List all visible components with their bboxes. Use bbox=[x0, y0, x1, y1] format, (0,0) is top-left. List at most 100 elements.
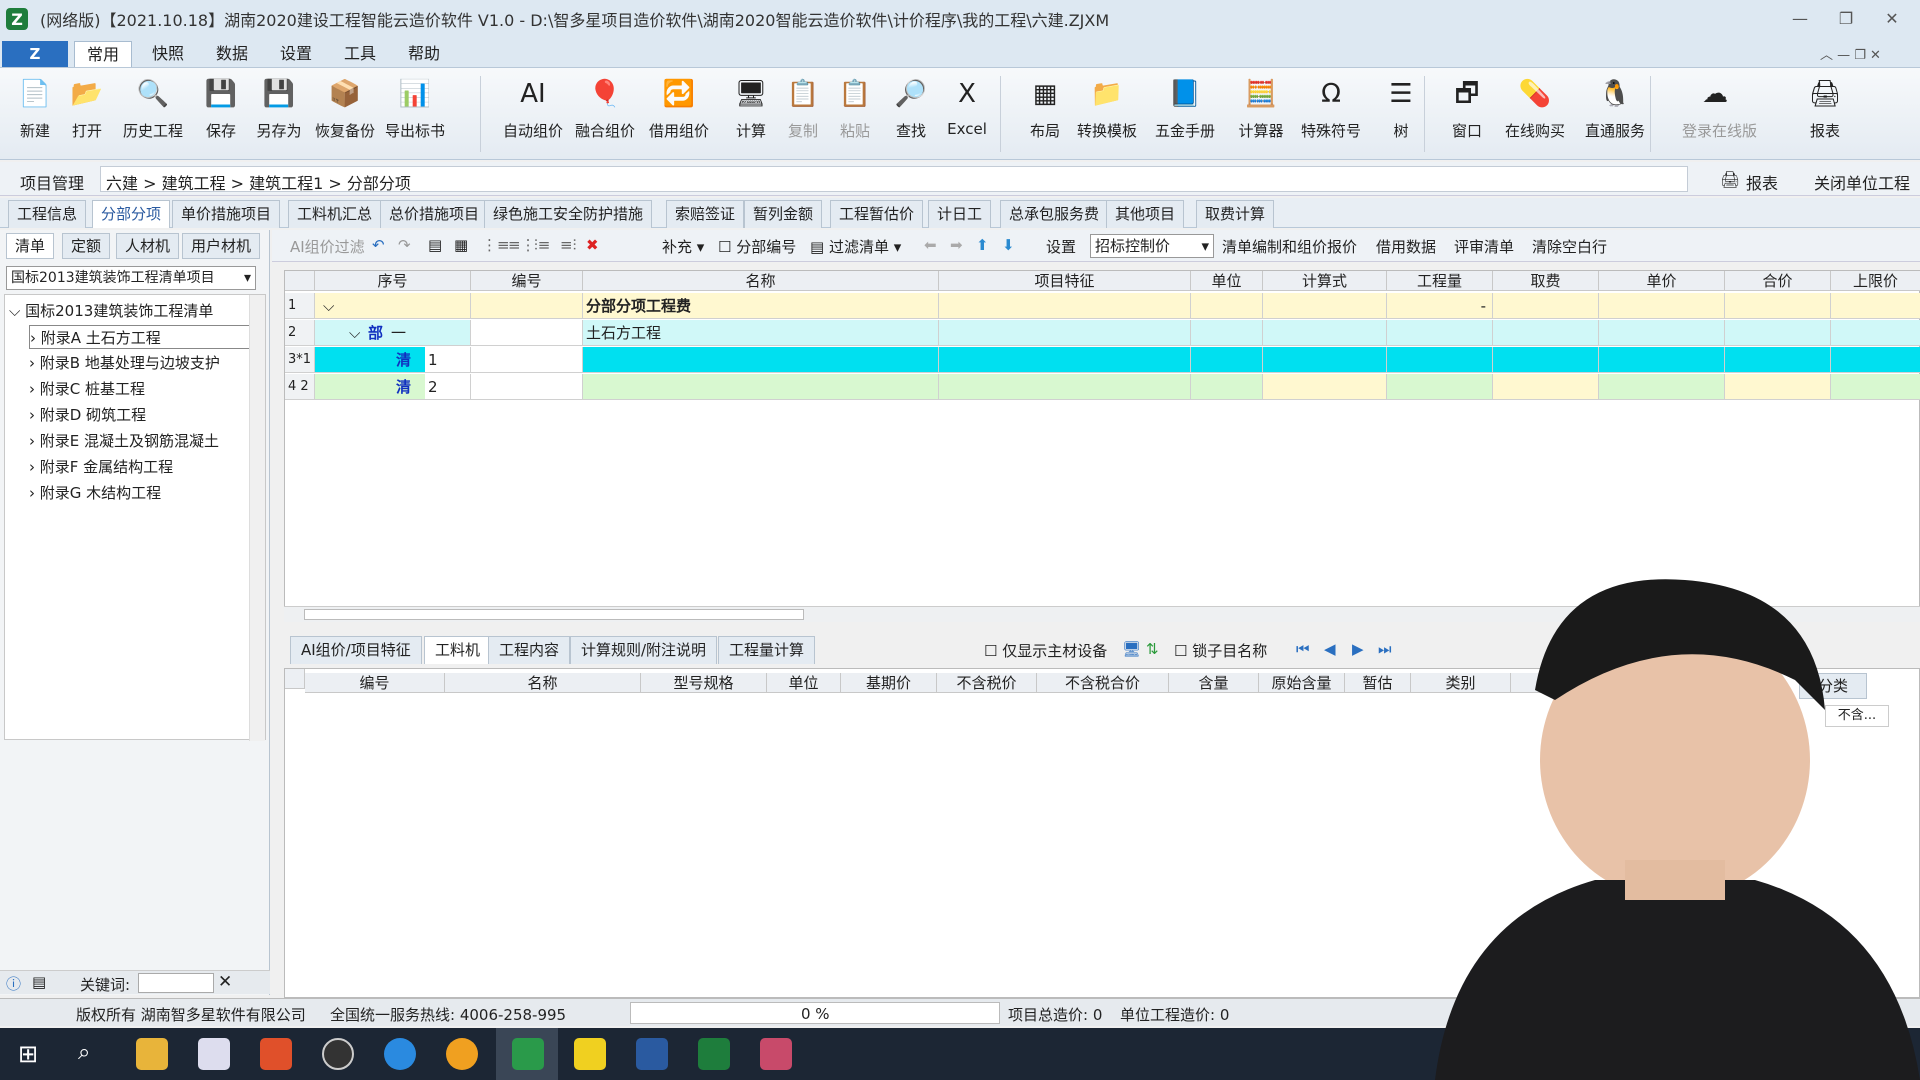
grid-cell[interactable] bbox=[1725, 347, 1831, 373]
review-list-button[interactable]: 评审清单 bbox=[1454, 236, 1514, 257]
grid-cell[interactable] bbox=[1263, 374, 1387, 400]
zhiduoxing-app-icon[interactable] bbox=[512, 1038, 544, 1070]
grid-cell[interactable] bbox=[1831, 374, 1920, 400]
grid-header-8[interactable]: 单价 bbox=[1599, 271, 1725, 291]
tab-4[interactable]: 总价措施项目 bbox=[380, 200, 489, 228]
name-cell[interactable]: 土石方工程 bbox=[583, 320, 939, 346]
material-header-0[interactable]: 编号 bbox=[305, 673, 445, 693]
tab-0[interactable]: 工程信息 bbox=[8, 200, 87, 228]
fill-button[interactable]: 补充 ▾ bbox=[662, 236, 704, 257]
paint-icon[interactable] bbox=[760, 1038, 792, 1070]
info-icon[interactable]: ⓘ bbox=[6, 973, 21, 994]
tree-item[interactable]: › 附录A 土石方工程 bbox=[29, 325, 265, 349]
ribbon-button-7[interactable]: AI 自动组价 bbox=[500, 74, 566, 154]
ribbon-button-16[interactable]: 📁 转换模板 bbox=[1074, 74, 1140, 154]
detail-tab-1[interactable]: 工料机 bbox=[424, 636, 492, 664]
grid-header-3[interactable]: 项目特征 bbox=[939, 271, 1191, 291]
menu-tools[interactable]: 工具 bbox=[332, 41, 388, 67]
grid-cell[interactable] bbox=[1263, 320, 1387, 346]
ribbon-button-24[interactable]: ☁ 登录在线版 bbox=[1682, 74, 1757, 154]
app-menu-button[interactable]: Z bbox=[2, 41, 68, 67]
library-select[interactable]: 国标2013建筑装饰工程清单项目 ▾ bbox=[6, 266, 256, 290]
powerpoint-icon[interactable] bbox=[260, 1038, 292, 1070]
minimize-button[interactable]: — bbox=[1780, 6, 1820, 32]
menu-common[interactable]: 常用 bbox=[74, 41, 133, 67]
ribbon-button-6[interactable]: 📊 导出标书 bbox=[382, 74, 448, 154]
clear-icon[interactable]: ✕ bbox=[218, 972, 232, 992]
row-tag-cell[interactable]: 部 ⌵ 一 bbox=[315, 320, 471, 346]
tab-3[interactable]: 工料机汇总 bbox=[288, 200, 382, 228]
ribbon-button-9[interactable]: 🔁 借用组价 bbox=[646, 74, 712, 154]
table-row[interactable]: 3*1 清 1 bbox=[285, 347, 1920, 373]
monitor-icon[interactable]: 🖥 bbox=[1122, 640, 1141, 658]
quantity-cell[interactable] bbox=[1387, 347, 1493, 373]
grid-cell[interactable] bbox=[1191, 374, 1263, 400]
grid-cell[interactable] bbox=[1493, 347, 1599, 373]
grid-cell[interactable] bbox=[1493, 320, 1599, 346]
indent-icon[interactable]: ⋮≡ bbox=[482, 236, 510, 254]
arrow-up-icon[interactable]: ⬆ bbox=[976, 236, 989, 254]
tree-item[interactable]: › 附录F 金属结构工程 bbox=[29, 455, 265, 479]
grid-cell[interactable] bbox=[1263, 347, 1387, 373]
tab-11[interactable]: 其他项目 bbox=[1106, 200, 1185, 228]
tree-item[interactable]: › 附录G 木结构工程 bbox=[29, 481, 265, 505]
next-icon[interactable]: ▶ bbox=[1352, 640, 1364, 658]
grid-header-9[interactable]: 合价 bbox=[1725, 271, 1831, 291]
grid-header-6[interactable]: 工程量 bbox=[1387, 271, 1493, 291]
material-header-5[interactable]: 不含税价 bbox=[937, 673, 1037, 693]
quantity-cell[interactable] bbox=[1387, 374, 1493, 400]
keyword-input[interactable] bbox=[138, 973, 214, 993]
tab-10[interactable]: 总承包服务费 bbox=[1000, 200, 1109, 228]
grid-cell[interactable] bbox=[471, 347, 583, 373]
tab-8[interactable]: 工程暂估价 bbox=[830, 200, 924, 228]
ribbon-button-17[interactable]: 📘 五金手册 bbox=[1152, 74, 1218, 154]
only-main-material-checkbox[interactable]: ☐ 仅显示主材设备 bbox=[984, 640, 1107, 661]
grid-cell[interactable] bbox=[1493, 293, 1599, 319]
ribbon-button-19[interactable]: Ω 特殊符号 bbox=[1298, 74, 1364, 154]
grid-cell[interactable] bbox=[471, 374, 583, 400]
excel-icon[interactable] bbox=[698, 1038, 730, 1070]
arrow-down-icon[interactable]: ⬇ bbox=[1002, 236, 1015, 254]
ribbon-button-15[interactable]: ▦ 布局 bbox=[1012, 74, 1078, 154]
tab-6[interactable]: 索赔签证 bbox=[666, 200, 745, 228]
material-header-3[interactable]: 单位 bbox=[767, 673, 841, 693]
grid-header-1[interactable]: 编号 bbox=[471, 271, 583, 291]
level-down-icon[interactable]: ≡⫶ bbox=[560, 236, 576, 254]
left-tab-0[interactable]: 清单 bbox=[6, 233, 55, 259]
ribbon-button-4[interactable]: 💾 另存为 bbox=[246, 74, 312, 154]
material-header-7[interactable]: 含量 bbox=[1169, 673, 1259, 693]
help-app-icon[interactable] bbox=[574, 1038, 606, 1070]
row-tag-cell[interactable]: 清1 bbox=[315, 347, 471, 373]
material-header-8[interactable]: 原始含量 bbox=[1259, 673, 1345, 693]
lock-name-checkbox[interactable]: ☐ 锁子目名称 bbox=[1174, 640, 1267, 661]
ribbon-button-1[interactable]: 📂 打开 bbox=[54, 74, 120, 154]
ribbon-button-25[interactable]: 🖨 报表 bbox=[1792, 74, 1858, 154]
report-button[interactable]: 报表 bbox=[1746, 170, 1778, 194]
tab-2[interactable]: 单价措施项目 bbox=[172, 200, 281, 228]
detail-tab-3[interactable]: 计算规则/附注说明 bbox=[570, 636, 718, 664]
grid-cell[interactable] bbox=[1599, 374, 1725, 400]
tree-item[interactable]: › 附录D 砌筑工程 bbox=[29, 403, 265, 427]
restore-button[interactable]: ❐ bbox=[1826, 6, 1866, 32]
grid-cell[interactable] bbox=[1725, 320, 1831, 346]
table-row[interactable]: 1 ⌵ 分部分项工程费 - bbox=[285, 293, 1920, 319]
arrow-left-icon[interactable]: ⬅ bbox=[924, 236, 937, 254]
filter-list-button[interactable]: ▤ 过滤清单 ▾ bbox=[810, 236, 901, 257]
list-icon[interactable]: ▤ bbox=[32, 973, 46, 991]
grid-cell[interactable] bbox=[1599, 320, 1725, 346]
tree-root[interactable]: ⌵ 国标2013建筑装饰工程清单 bbox=[9, 299, 245, 323]
row-tag-cell[interactable]: ⌵ bbox=[315, 293, 471, 319]
breadcrumb[interactable]: 六建 > 建筑工程 > 建筑工程1 > 分部分项 bbox=[106, 170, 411, 194]
insert-icon[interactable]: ▤ bbox=[428, 236, 442, 254]
grid-header-2[interactable]: 名称 bbox=[583, 271, 939, 291]
search-icon[interactable]: ⌕ bbox=[78, 1040, 90, 1065]
windows-start-icon[interactable]: ⊞ bbox=[18, 1040, 38, 1068]
grid-cell[interactable] bbox=[1493, 374, 1599, 400]
prev-icon[interactable]: ◀ bbox=[1324, 640, 1336, 658]
menu-snapshot[interactable]: 快照 bbox=[140, 41, 196, 67]
grid-cell[interactable] bbox=[1725, 293, 1831, 319]
price-mode-select[interactable]: 招标控制价 ▾ bbox=[1090, 234, 1214, 258]
sub-code-checkbox[interactable]: ☐ 分部编号 bbox=[718, 236, 796, 257]
undo-icon[interactable]: ↶ bbox=[372, 236, 385, 254]
insert-row-icon[interactable]: ▦ bbox=[454, 236, 468, 254]
